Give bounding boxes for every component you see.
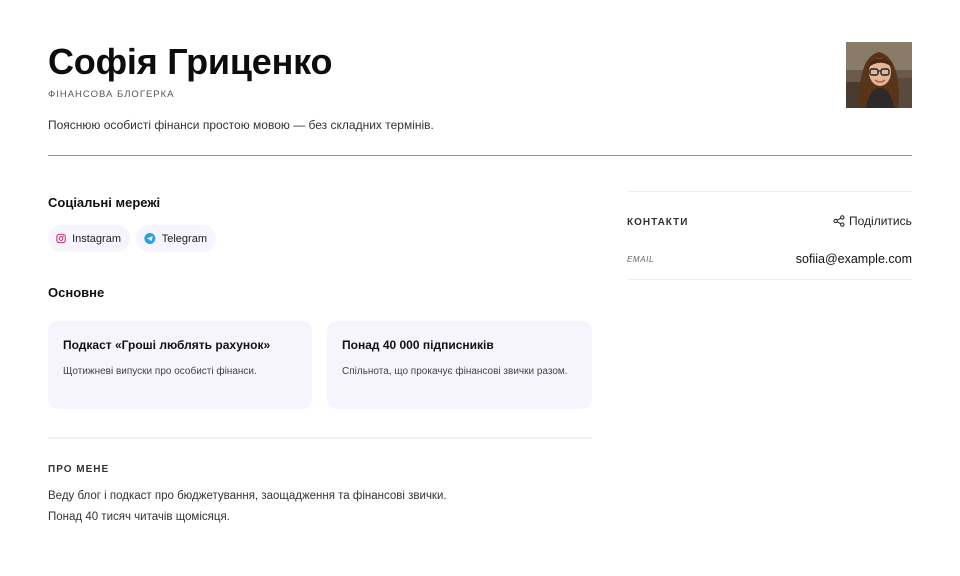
avatar-photo: [846, 42, 912, 108]
highlight-card-subscribers: Понад 40 000 підписників Спільнота, що п…: [327, 321, 592, 409]
contacts-top-divider: [627, 191, 912, 192]
email-link[interactable]: sofiia@example.com: [796, 251, 912, 267]
profile-name: Софія Гриценко: [48, 41, 333, 82]
instagram-label: Instagram: [72, 232, 121, 245]
about-text-line: Понад 40 тисяч читачів щомісяця.: [48, 511, 230, 523]
card-text: Спільнота, що прокачує фінансові звички …: [342, 366, 568, 377]
email-label: EMAIL: [627, 255, 655, 264]
contacts-bottom-divider: [627, 279, 912, 280]
share-button[interactable]: Поділитись: [833, 213, 912, 229]
avatar: [846, 42, 912, 108]
card-title: Подкаст «Гроші люблять рахунок»: [63, 338, 271, 352]
highlight-card-podcast: Подкаст «Гроші люблять рахунок» Щотижнев…: [48, 321, 312, 409]
about-divider: [48, 437, 592, 439]
contacts-title: КОНТАКТИ: [627, 217, 689, 228]
about-title: ПРО МЕНЕ: [48, 464, 110, 475]
instagram-icon: [56, 233, 66, 244]
card-text: Щотижневі випуски про особисті фінанси.: [63, 366, 257, 377]
telegram-link[interactable]: Telegram: [136, 225, 216, 252]
header-divider: [48, 155, 912, 156]
share-label: Поділитись: [849, 214, 912, 228]
card-title: Понад 40 000 підписників: [342, 338, 494, 352]
profile-tagline: Пояснюю особисті фінанси простою мовою —…: [48, 118, 434, 132]
profile-role: ФІНАНСОВА БЛОГЕРКА: [48, 89, 175, 100]
about-text-line: Веду блог і подкаст про бюджетування, за…: [48, 490, 447, 502]
share-icon: [833, 215, 845, 227]
main-title: Основне: [48, 285, 105, 300]
telegram-label: Telegram: [161, 232, 207, 245]
social-title: Соціальні мережі: [48, 195, 161, 210]
telegram-icon: [144, 233, 156, 244]
instagram-link[interactable]: Instagram: [48, 225, 130, 252]
